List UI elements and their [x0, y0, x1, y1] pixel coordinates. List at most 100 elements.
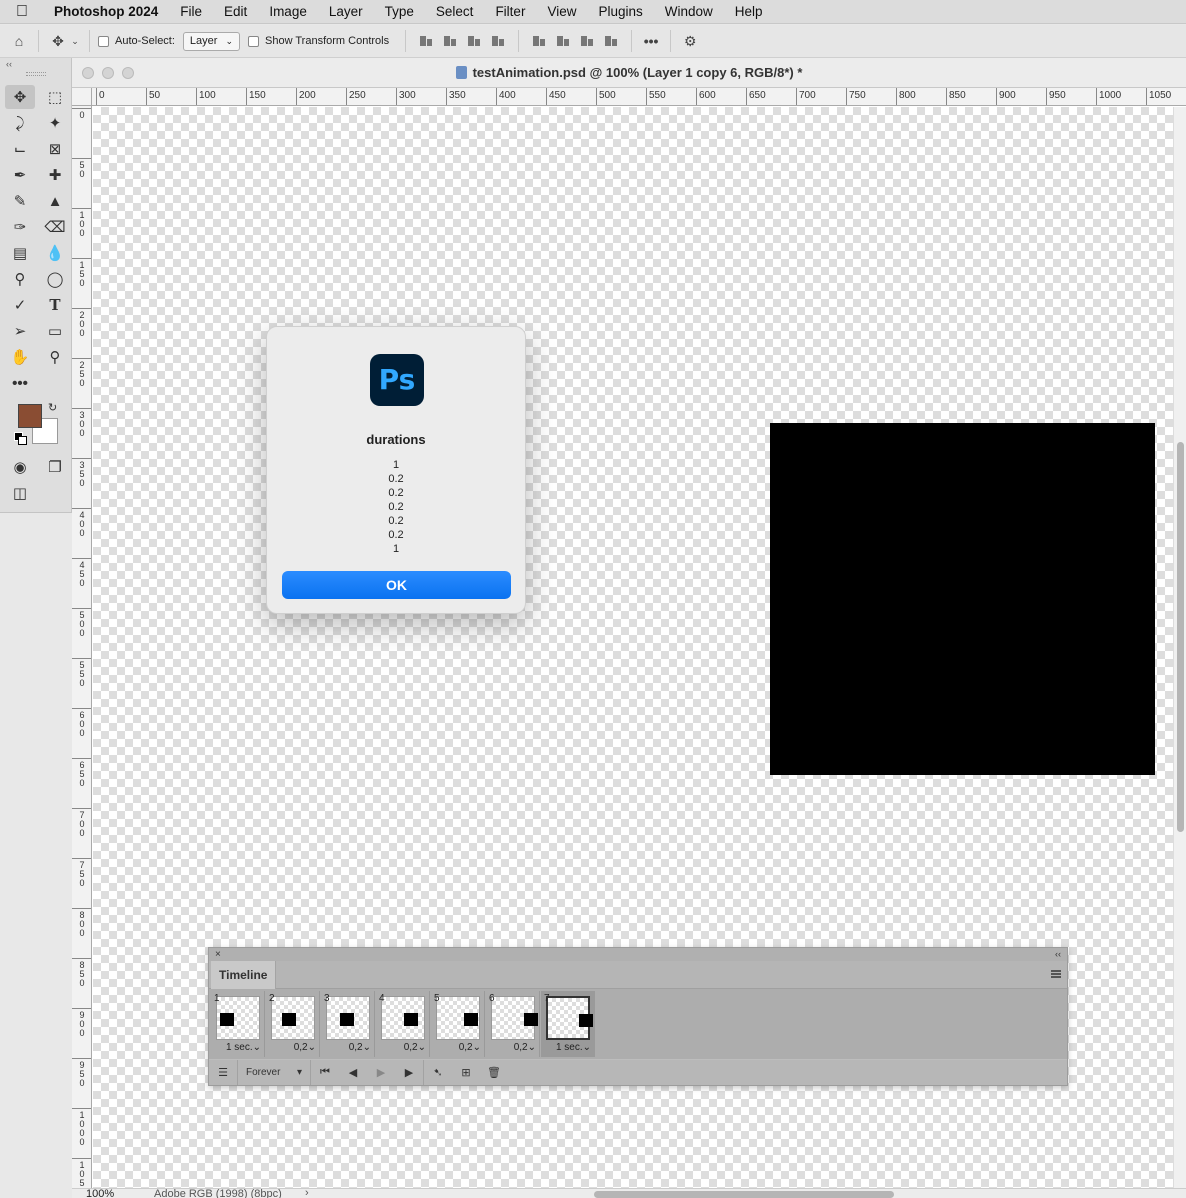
home-icon[interactable]: ⌂ [8, 30, 30, 52]
convert-to-video-timeline-icon[interactable]: ☰ [209, 1060, 237, 1085]
eraser-tool-icon[interactable]: ⌫ [40, 215, 70, 239]
clone-stamp-tool-icon[interactable]: ▲ [40, 189, 70, 213]
play-icon[interactable]: ▶ [367, 1060, 395, 1085]
gear-icon[interactable]: ⚙ [679, 30, 701, 52]
path-selection-tool-icon[interactable]: ➢ [5, 319, 35, 343]
lasso-tool-icon[interactable]: ⤸ [5, 111, 35, 135]
animation-frame[interactable]: 6 0,2⌄ [486, 991, 540, 1057]
align-right-icon[interactable] [465, 32, 483, 50]
zoom-tool-icon[interactable]: ⚲ [40, 345, 70, 369]
dodge-tool-icon[interactable]: ⚲ [5, 267, 35, 291]
close-panel-icon[interactable]: × [215, 948, 221, 961]
horizontal-scrollbar-thumb[interactable] [594, 1191, 894, 1198]
first-frame-icon[interactable]: ⏮ [311, 1060, 339, 1085]
foreground-color-swatch[interactable] [18, 404, 42, 428]
align-bottom-icon[interactable] [578, 32, 596, 50]
gradient-tool-icon[interactable]: ▤ [5, 241, 35, 265]
frame-number: 5 [434, 993, 440, 1004]
duplicate-frame-icon[interactable]: ⊞ [452, 1060, 480, 1085]
menu-view[interactable]: View [536, 0, 587, 24]
frame-delay-dropdown[interactable]: 0,2⌄ [514, 1042, 536, 1053]
align-left-icon[interactable] [417, 32, 435, 50]
ruler-tick: 550 [72, 658, 91, 688]
menu-image[interactable]: Image [258, 0, 318, 24]
smudge-tool-icon[interactable]: ◯ [40, 267, 70, 291]
tween-icon[interactable]: ➷ [424, 1060, 452, 1085]
rectangle-tool-icon[interactable]: ▭ [40, 319, 70, 343]
animation-frame[interactable]: 4 0,2⌄ [376, 991, 430, 1057]
frame-tool-icon[interactable]: ⊠ [40, 137, 70, 161]
animation-frame[interactable]: 7 1 sec.⌄ [541, 991, 595, 1057]
edit-toolbar-icon[interactable]: ••• [5, 371, 35, 395]
vertical-scrollbar[interactable] [1173, 107, 1186, 1188]
frame-delay-dropdown[interactable]: 0,2⌄ [349, 1042, 371, 1053]
frame-delay-dropdown[interactable]: 1 sec.⌄ [226, 1042, 261, 1053]
menu-type[interactable]: Type [374, 0, 425, 24]
collapse-panel-icon[interactable]: ‹‹ [0, 58, 71, 70]
trash-icon[interactable]: 🗑 [480, 1060, 508, 1085]
black-square-layer[interactable] [770, 423, 1155, 775]
menu-filter[interactable]: Filter [484, 0, 536, 24]
quick-mask-icon[interactable]: ◉ [5, 455, 35, 479]
menu-layer[interactable]: Layer [318, 0, 374, 24]
distribute-vertical-icon[interactable] [489, 32, 507, 50]
hand-tool-icon[interactable]: ✋ [5, 345, 35, 369]
vertical-ruler[interactable]: 0 50 100 150 200 250 300 350 400 450 500 550 600 650 7… [72, 106, 92, 1188]
generative-fill-icon[interactable]: ◫ [5, 481, 35, 505]
panel-grip[interactable] [25, 72, 46, 76]
distribute-horizontal-icon[interactable] [602, 32, 620, 50]
align-top-icon[interactable] [530, 32, 548, 50]
auto-select-checkbox[interactable] [98, 35, 109, 47]
divider [38, 30, 39, 52]
animation-frame[interactable]: 3 0,2⌄ [321, 991, 375, 1057]
align-vertical-center-icon[interactable] [554, 32, 572, 50]
frame-delay-dropdown[interactable]: 0,2⌄ [459, 1042, 481, 1053]
menu-file[interactable]: File [169, 0, 213, 24]
auto-select-dropdown[interactable]: Layer ⌄ [182, 31, 240, 51]
menu-window[interactable]: Window [654, 0, 724, 24]
chevron-down-icon[interactable]: ⌄ [69, 30, 81, 52]
menu-app-name[interactable]: Photoshop 2024 [44, 0, 169, 24]
frame-delay-dropdown[interactable]: 0,2⌄ [294, 1042, 316, 1053]
marquee-tool-icon[interactable]: ⬚ [40, 85, 70, 109]
zoom-level[interactable]: 100% [86, 1189, 114, 1198]
chevron-right-icon[interactable]: › [305, 1189, 309, 1198]
apple-icon[interactable]:  [0, 3, 44, 21]
history-brush-tool-icon[interactable]: ✑ [5, 215, 35, 239]
type-tool-icon[interactable]: T [40, 293, 70, 317]
menu-help[interactable]: Help [724, 0, 774, 24]
show-transform-checkbox[interactable] [248, 35, 259, 47]
magic-wand-tool-icon[interactable]: ✦ [40, 111, 70, 135]
menu-edit[interactable]: Edit [213, 0, 258, 24]
animation-frame[interactable]: 1 1 sec.⌄ [211, 991, 265, 1057]
healing-brush-tool-icon[interactable]: ✚ [40, 163, 70, 187]
vertical-scrollbar-thumb[interactable] [1177, 442, 1184, 832]
previous-frame-icon[interactable]: ◀ [339, 1060, 367, 1085]
next-frame-icon[interactable]: ▶ [395, 1060, 423, 1085]
eyedropper-tool-icon[interactable]: ✒ [5, 163, 35, 187]
loop-options-dropdown[interactable]: Forever ▾ [238, 1060, 310, 1085]
screen-mode-icon[interactable]: ❐ [40, 455, 70, 479]
menu-plugins[interactable]: Plugins [587, 0, 653, 24]
ok-button[interactable]: OK [282, 571, 511, 599]
frame-delay-dropdown[interactable]: 1 sec.⌄ [556, 1042, 591, 1053]
move-tool-icon[interactable]: ✥ [47, 30, 69, 52]
frame-delay-dropdown[interactable]: 0,2⌄ [404, 1042, 426, 1053]
more-options-icon[interactable]: ••• [640, 30, 662, 52]
blur-tool-icon[interactable]: 💧 [40, 241, 70, 265]
animation-frame[interactable]: 2 0,2⌄ [266, 991, 320, 1057]
tab-timeline[interactable]: Timeline [211, 961, 277, 989]
horizontal-ruler[interactable]: 0 50 100 150 200 250 300 350 400 450 500 550 600 650 7… [92, 88, 1186, 106]
panel-menu-icon[interactable] [1051, 970, 1061, 978]
swap-colors-icon[interactable]: ↻ [48, 401, 57, 414]
align-horizontal-center-icon[interactable] [441, 32, 459, 50]
ruler-origin[interactable] [72, 88, 92, 106]
collapse-panel-icon[interactable]: ‹‹ [1055, 948, 1061, 961]
menu-select[interactable]: Select [425, 0, 485, 24]
move-tool-icon[interactable]: ✥ [5, 85, 35, 109]
crop-tool-icon[interactable]: ⌙ [5, 137, 35, 161]
pen-tool-icon[interactable]: ✓ [5, 293, 35, 317]
default-colors-icon[interactable] [14, 432, 27, 445]
animation-frame[interactable]: 5 0,2⌄ [431, 991, 485, 1057]
brush-tool-icon[interactable]: ✎ [5, 189, 35, 213]
